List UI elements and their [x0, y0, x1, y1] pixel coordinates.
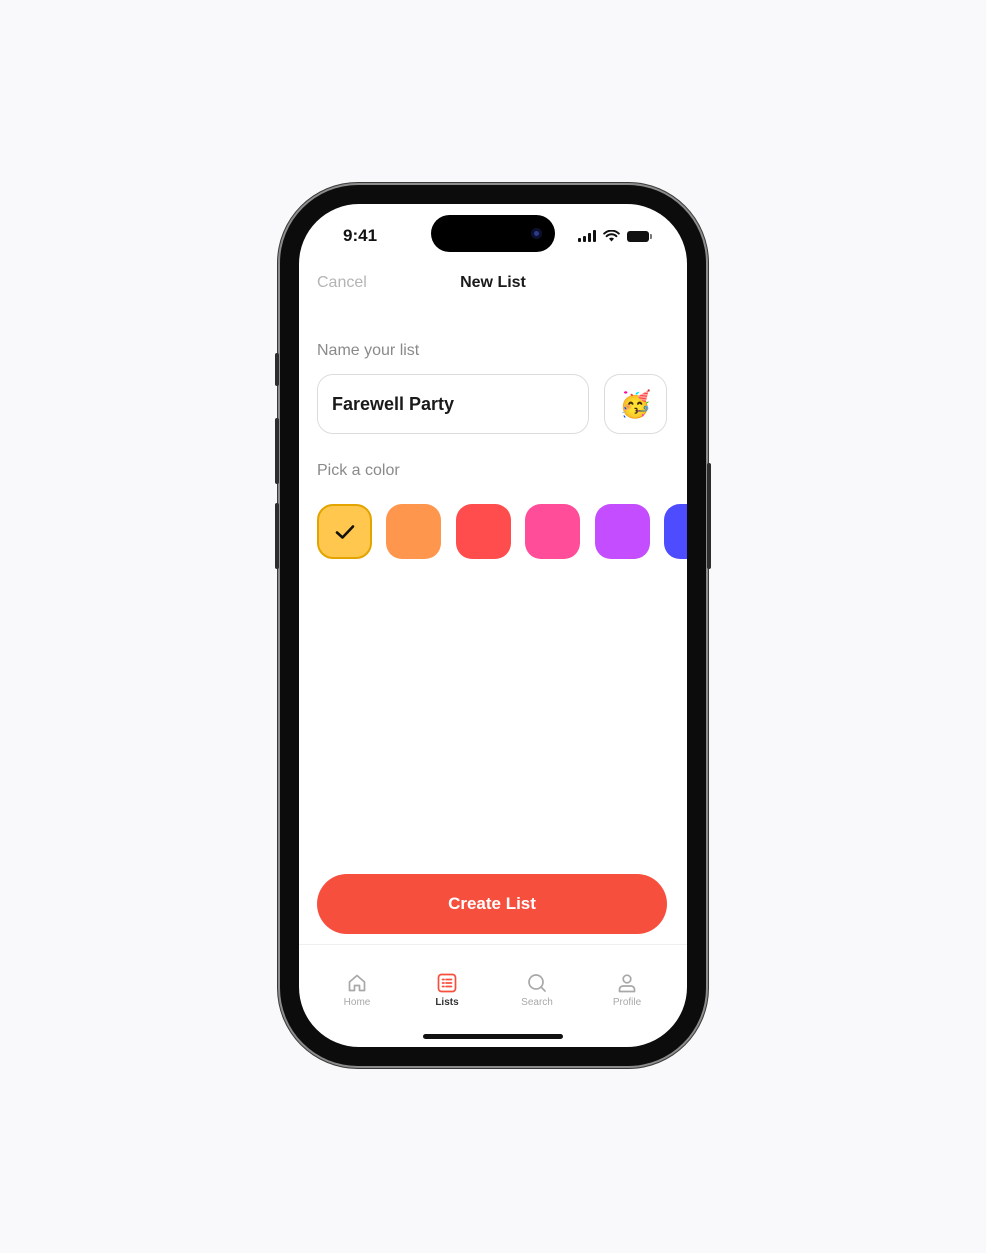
party-face-emoji-icon: 🥳 [619, 389, 652, 419]
tab-home-label: Home [343, 997, 371, 1008]
power-button [707, 463, 711, 569]
tab-lists-label: Lists [435, 997, 459, 1008]
tab-bar-divider [299, 944, 687, 945]
create-list-button[interactable]: Create List [317, 874, 667, 934]
volume-up-button [275, 418, 279, 484]
color-swatch-blue[interactable] [664, 504, 687, 559]
cellular-signal-icon [578, 230, 596, 242]
tab-profile[interactable]: Profile [597, 972, 657, 1008]
camera-icon [531, 228, 542, 239]
emoji-picker-button[interactable]: 🥳 [604, 374, 667, 434]
wifi-icon [603, 230, 620, 242]
app-screen: 9:41 New List Cancel Name your list Fare… [299, 204, 687, 1047]
status-icons [578, 230, 652, 242]
list-name-input[interactable]: Farewell Party [317, 374, 589, 434]
home-icon [348, 974, 366, 992]
profile-icon [618, 974, 636, 993]
tab-home[interactable]: Home [327, 972, 387, 1008]
checkmark-icon [335, 524, 354, 539]
color-section-label: Pick a color [317, 462, 400, 479]
name-section-label: Name your list [317, 342, 420, 359]
tab-profile-label: Profile [612, 997, 642, 1008]
color-swatch-row [317, 504, 687, 560]
cancel-button[interactable]: Cancel [317, 274, 367, 292]
list-icon [437, 973, 457, 993]
color-swatch-yellow[interactable] [317, 504, 372, 559]
list-name-value: Farewell Party [332, 393, 455, 414]
tab-search-label: Search [521, 997, 553, 1008]
color-swatch-red[interactable] [456, 504, 511, 559]
dynamic-island [431, 215, 555, 252]
color-swatch-purple[interactable] [595, 504, 650, 559]
color-swatch-orange[interactable] [386, 504, 441, 559]
tab-lists[interactable]: Lists [417, 972, 477, 1008]
color-swatch-pink[interactable] [525, 504, 580, 559]
home-indicator[interactable] [423, 1034, 563, 1039]
status-time: 9:41 [343, 226, 378, 245]
action-button [275, 353, 279, 386]
phone-frame: 9:41 New List Cancel Name your list Fare… [275, 185, 711, 1066]
search-icon [528, 974, 546, 992]
battery-icon [627, 230, 652, 242]
volume-down-button [275, 503, 279, 569]
tab-search[interactable]: Search [507, 972, 567, 1008]
